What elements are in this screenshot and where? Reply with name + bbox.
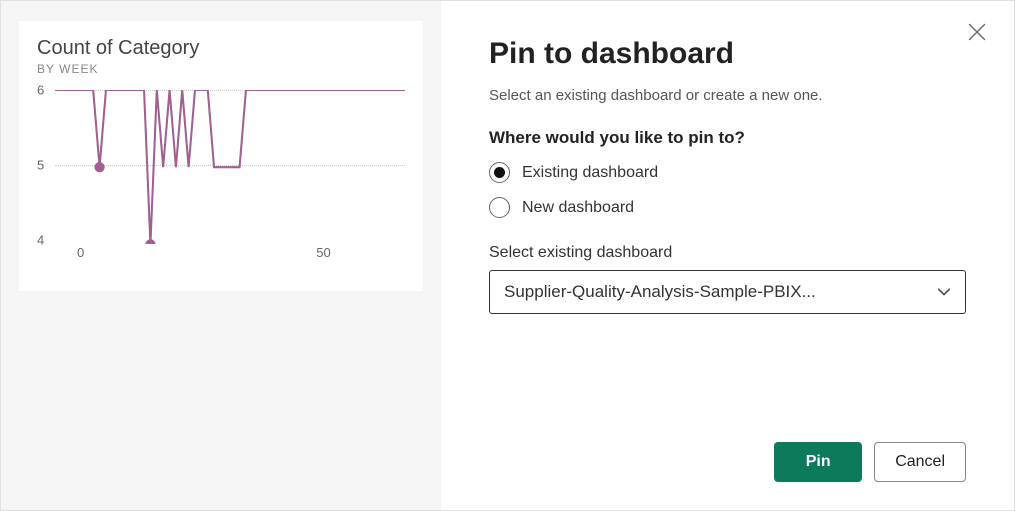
close-button[interactable]	[968, 23, 986, 41]
pin-button[interactable]: Pin	[774, 442, 862, 482]
chart-area: 6 5 4 0 50	[37, 90, 405, 240]
dialog-buttons: Pin Cancel	[774, 442, 966, 482]
preview-pane: Count of Category BY WEEK 6 5 4 0 50	[1, 1, 441, 510]
pin-question-label: Where would you like to pin to?	[489, 128, 966, 148]
radio-new-dashboard[interactable]: New dashboard	[489, 197, 966, 218]
close-icon	[968, 23, 986, 41]
dialog-subtitle: Select an existing dashboard or create a…	[489, 87, 966, 104]
select-value: Supplier-Quality-Analysis-Sample-PBIX...	[504, 282, 816, 302]
chevron-down-icon	[937, 287, 951, 296]
y-tick: 6	[37, 83, 44, 98]
radio-existing-dashboard[interactable]: Existing dashboard	[489, 162, 966, 183]
chart-svg	[55, 90, 405, 244]
x-axis: 0 50	[55, 245, 405, 260]
y-tick: 4	[37, 233, 44, 248]
chart-subtitle: BY WEEK	[37, 62, 405, 76]
form-pane: Pin to dashboard Select an existing dash…	[441, 1, 1014, 510]
radio-icon	[489, 162, 510, 183]
radio-icon	[489, 197, 510, 218]
radio-label: Existing dashboard	[522, 164, 658, 182]
dialog-title: Pin to dashboard	[489, 37, 966, 71]
select-existing-label: Select existing dashboard	[489, 244, 966, 262]
y-tick: 5	[37, 158, 44, 173]
chart-preview: Count of Category BY WEEK 6 5 4 0 50	[19, 21, 423, 291]
chart-title: Count of Category	[37, 37, 405, 60]
pin-dialog: Count of Category BY WEEK 6 5 4 0 50 Pin…	[1, 1, 1014, 510]
x-tick: 50	[316, 245, 330, 260]
cancel-button[interactable]: Cancel	[874, 442, 966, 482]
x-tick: 0	[77, 245, 84, 260]
radio-label: New dashboard	[522, 199, 634, 217]
dashboard-select[interactable]: Supplier-Quality-Analysis-Sample-PBIX...	[489, 270, 966, 314]
